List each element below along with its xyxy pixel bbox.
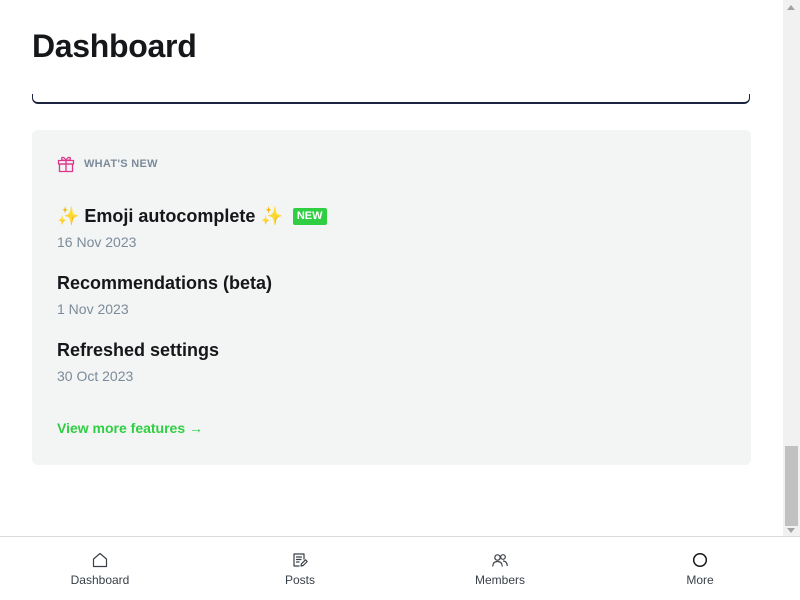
nav-item-more[interactable]: More: [600, 537, 800, 600]
nav-label: Dashboard: [70, 573, 130, 587]
bottom-nav: Dashboard Posts Members More: [0, 536, 800, 600]
main-content: Dashboard WHAT'S NEW ✨ Emoji autocomplet…: [0, 0, 783, 536]
section-divider: [32, 94, 750, 104]
feature-date: 1 Nov 2023: [57, 301, 129, 317]
feature-title[interactable]: Recommendations (beta): [57, 271, 272, 295]
whats-new-header: WHAT'S NEW: [57, 155, 158, 173]
feature-title[interactable]: ✨ Emoji autocomplete ✨: [57, 204, 283, 228]
vertical-scrollbar[interactable]: [783, 0, 800, 537]
scrollbar-thumb[interactable]: [785, 446, 798, 526]
whats-new-card: WHAT'S NEW ✨ Emoji autocomplete ✨ NEW 16…: [32, 130, 751, 465]
feature-title[interactable]: Refreshed settings: [57, 338, 219, 362]
feature-date: 16 Nov 2023: [57, 234, 137, 250]
scroll-down-arrow-icon[interactable]: [787, 528, 795, 533]
feature-date: 30 Oct 2023: [57, 368, 134, 384]
circle-icon: [692, 552, 708, 568]
view-more-features-link[interactable]: View more features →: [57, 420, 203, 436]
posts-icon: [293, 553, 308, 567]
home-icon: [92, 552, 108, 568]
feature-item[interactable]: Refreshed settings 30 Oct 2023: [57, 338, 219, 384]
feature-item[interactable]: Recommendations (beta) 1 Nov 2023: [57, 271, 272, 317]
new-badge: NEW: [292, 207, 327, 225]
scroll-up-arrow-icon[interactable]: [787, 5, 795, 10]
whats-new-heading: WHAT'S NEW: [84, 158, 158, 170]
page-title: Dashboard: [32, 28, 197, 64]
gift-icon: [57, 156, 75, 173]
members-icon: [492, 554, 508, 567]
nav-label: Posts: [284, 573, 315, 587]
feature-item[interactable]: ✨ Emoji autocomplete ✨ NEW 16 Nov 2023: [57, 204, 327, 250]
nav-item-members[interactable]: Members: [400, 537, 600, 600]
nav-item-dashboard[interactable]: Dashboard: [0, 537, 200, 600]
nav-label: More: [686, 573, 714, 587]
nav-label: Members: [474, 573, 525, 587]
nav-item-posts[interactable]: Posts: [200, 537, 400, 600]
